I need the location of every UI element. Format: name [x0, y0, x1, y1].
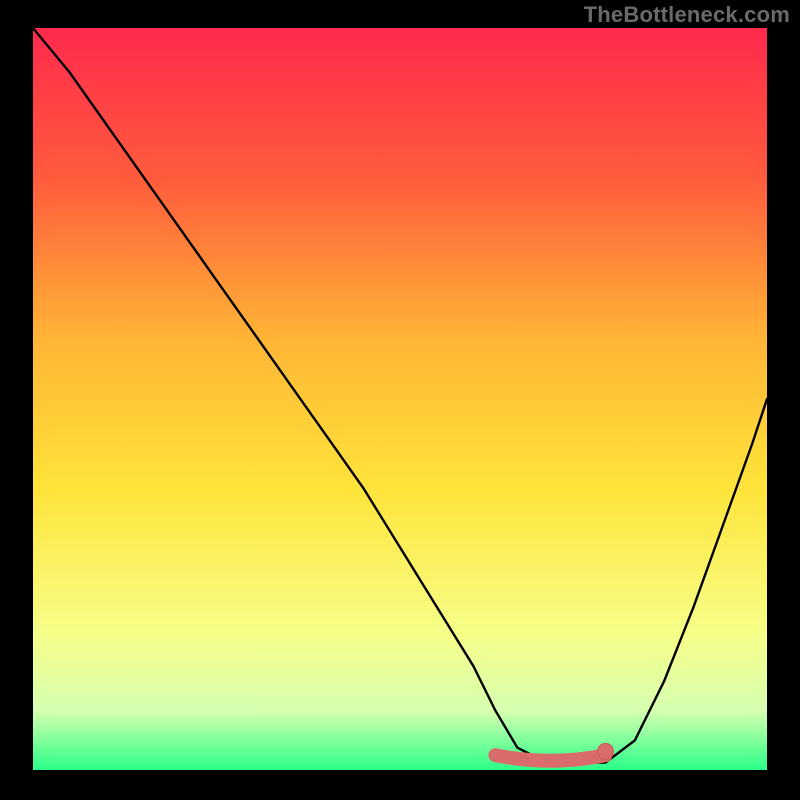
- chart-stage: TheBottleneck.com: [0, 0, 800, 800]
- chart-svg: [0, 0, 800, 800]
- plot-area: [33, 28, 767, 770]
- watermark-text: TheBottleneck.com: [584, 2, 790, 28]
- optimal-zone: [495, 755, 605, 761]
- marker-dot: [598, 743, 614, 759]
